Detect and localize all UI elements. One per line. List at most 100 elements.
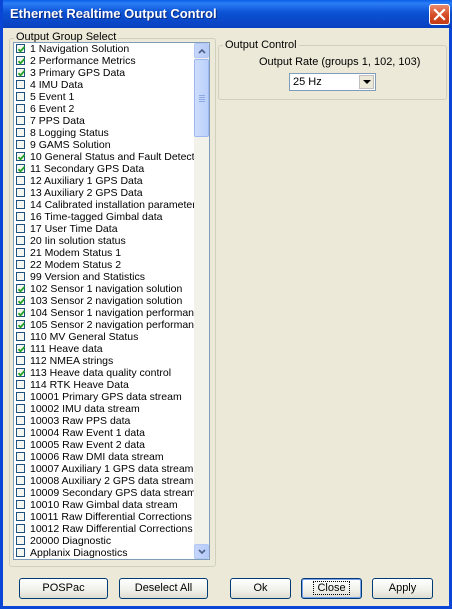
item-checkbox[interactable] <box>16 80 25 89</box>
list-item[interactable]: 7 PPS Data <box>14 115 195 127</box>
item-checkbox[interactable] <box>16 116 25 125</box>
item-checkbox[interactable] <box>16 488 25 497</box>
list-item[interactable]: 5 Event 1 <box>14 91 195 103</box>
list-scrollbar[interactable] <box>194 43 209 559</box>
item-checkbox[interactable] <box>16 104 25 113</box>
output-group-list[interactable]: 1 Navigation Solution 2 Performance Metri… <box>13 42 210 560</box>
list-item[interactable]: 104 Sensor 1 navigation performance <box>14 307 195 319</box>
list-item[interactable]: 11 Secondary GPS Data <box>14 163 195 175</box>
item-checkbox[interactable] <box>16 428 25 437</box>
item-checkbox[interactable] <box>16 308 26 317</box>
list-item[interactable]: 10002 IMU data stream <box>14 403 195 415</box>
item-checkbox[interactable] <box>16 164 26 173</box>
list-item[interactable]: 9 GAMS Solution <box>14 139 195 151</box>
item-checkbox[interactable] <box>16 260 25 269</box>
item-checkbox[interactable] <box>16 332 25 341</box>
item-checkbox[interactable] <box>16 392 25 401</box>
item-checkbox[interactable] <box>16 452 25 461</box>
item-checkbox[interactable] <box>16 92 25 101</box>
list-item[interactable]: 114 RTK Heave Data <box>14 379 195 391</box>
list-item[interactable]: 10004 Raw Event 1 data <box>14 427 195 439</box>
list-item[interactable]: 10005 Raw Event 2 data <box>14 439 195 451</box>
apply-button[interactable]: Apply <box>372 578 433 599</box>
output-rate-select[interactable]: 25 Hz <box>289 73 376 91</box>
list-item[interactable]: 10009 Secondary GPS data stream <box>14 487 195 499</box>
window-close-button[interactable] <box>429 4 450 25</box>
item-checkbox[interactable] <box>16 140 25 149</box>
item-checkbox[interactable] <box>16 356 25 365</box>
list-item[interactable]: 99 Version and Statistics <box>14 271 195 283</box>
title-bar[interactable]: Ethernet Realtime Output Control <box>3 0 452 28</box>
list-item[interactable]: Applanix Diagnostics <box>14 547 195 559</box>
item-checkbox[interactable] <box>16 536 25 545</box>
item-checkbox[interactable] <box>16 68 26 77</box>
scroll-down-button[interactable] <box>194 544 209 559</box>
list-item[interactable]: 6 Event 2 <box>14 103 195 115</box>
item-checkbox[interactable] <box>16 56 26 65</box>
list-item[interactable]: 10007 Auxiliary 1 GPS data stream <box>14 463 195 475</box>
item-checkbox[interactable] <box>16 512 25 521</box>
list-item[interactable]: 10006 Raw DMI data stream <box>14 451 195 463</box>
item-checkbox[interactable] <box>16 548 25 557</box>
list-item[interactable]: 10010 Raw Gimbal data stream <box>14 499 195 511</box>
pospac-button[interactable]: POSPac <box>19 578 108 599</box>
item-checkbox[interactable] <box>16 476 25 485</box>
item-checkbox[interactable] <box>16 296 26 305</box>
item-checkbox[interactable] <box>16 152 26 161</box>
item-checkbox[interactable] <box>16 272 25 281</box>
close-button[interactable]: Close <box>301 578 362 599</box>
list-item[interactable]: 10008 Auxiliary 2 GPS data stream <box>14 475 195 487</box>
item-checkbox[interactable] <box>16 440 25 449</box>
list-item[interactable]: 16 Time-tagged Gimbal data <box>14 211 195 223</box>
item-checkbox[interactable] <box>16 284 26 293</box>
list-item[interactable]: 111 Heave data <box>14 343 195 355</box>
item-checkbox[interactable] <box>16 380 25 389</box>
item-checkbox[interactable] <box>16 368 26 377</box>
list-item[interactable]: 4 IMU Data <box>14 79 195 91</box>
output-rate-dropdown-button[interactable] <box>359 75 374 89</box>
scroll-up-button[interactable] <box>194 43 209 58</box>
list-item[interactable]: 8 Logging Status <box>14 127 195 139</box>
item-checkbox[interactable] <box>16 176 25 185</box>
list-item[interactable]: 20 Iin solution status <box>14 235 195 247</box>
item-checkbox[interactable] <box>16 212 25 221</box>
list-item[interactable]: 105 Sensor 2 navigation performance <box>14 319 195 331</box>
scroll-thumb[interactable] <box>194 59 209 137</box>
list-item[interactable]: 110 MV General Status <box>14 331 195 343</box>
item-checkbox[interactable] <box>16 188 25 197</box>
list-item[interactable]: 14 Calibrated installation parameters <box>14 199 195 211</box>
item-checkbox[interactable] <box>16 464 25 473</box>
list-item[interactable]: 10003 Raw PPS data <box>14 415 195 427</box>
list-item[interactable]: 3 Primary GPS Data <box>14 67 195 79</box>
list-item[interactable]: 102 Sensor 1 navigation solution <box>14 283 195 295</box>
list-item[interactable]: 10012 Raw Differential Corrections 2 <box>14 523 195 535</box>
list-item[interactable]: 1 Navigation Solution <box>14 43 195 55</box>
list-item[interactable]: 13 Auxiliary 2 GPS Data <box>14 187 195 199</box>
item-checkbox[interactable] <box>16 224 25 233</box>
item-checkbox[interactable] <box>16 416 25 425</box>
list-item[interactable]: 2 Performance Metrics <box>14 55 195 67</box>
list-item[interactable]: 21 Modem Status 1 <box>14 247 195 259</box>
item-checkbox[interactable] <box>16 320 26 329</box>
list-item[interactable]: 12 Auxiliary 1 GPS Data <box>14 175 195 187</box>
deselect-all-button[interactable]: Deselect All <box>119 578 208 599</box>
item-checkbox[interactable] <box>16 404 25 413</box>
item-checkbox[interactable] <box>16 500 25 509</box>
item-checkbox[interactable] <box>16 344 26 353</box>
item-checkbox[interactable] <box>16 524 25 533</box>
list-item[interactable]: 22 Modem Status 2 <box>14 259 195 271</box>
list-item[interactable]: 10011 Raw Differential Corrections 1 <box>14 511 195 523</box>
item-checkbox[interactable] <box>16 44 26 53</box>
list-item[interactable]: 10 General Status and Fault Detectio <box>14 151 195 163</box>
item-checkbox[interactable] <box>16 236 25 245</box>
list-item[interactable]: 112 NMEA strings <box>14 355 195 367</box>
list-item[interactable]: 113 Heave data quality control <box>14 367 195 379</box>
ok-button[interactable]: Ok <box>230 578 291 599</box>
item-checkbox[interactable] <box>16 248 25 257</box>
item-checkbox[interactable] <box>16 128 25 137</box>
list-item[interactable]: 10001 Primary GPS data stream <box>14 391 195 403</box>
item-checkbox[interactable] <box>16 200 25 209</box>
list-item[interactable]: 103 Sensor 2 navigation solution <box>14 295 195 307</box>
list-item[interactable]: 17 User Time Data <box>14 223 195 235</box>
list-item[interactable]: 20000 Diagnostic <box>14 535 195 547</box>
